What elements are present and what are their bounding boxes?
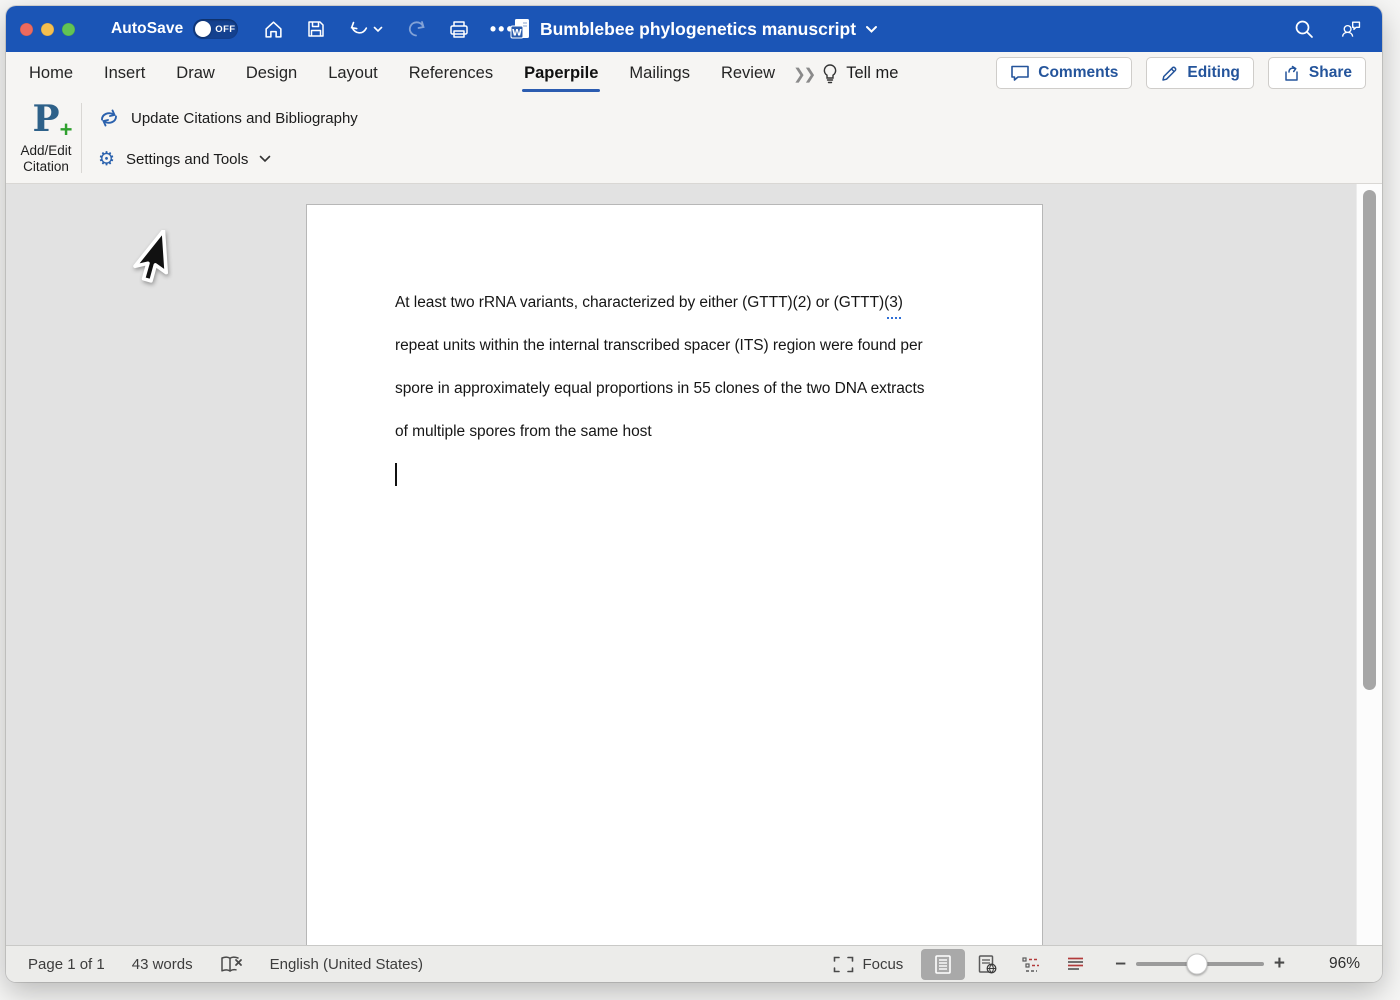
view-print-layout-button[interactable] xyxy=(921,949,965,980)
vertical-scrollbar[interactable] xyxy=(1356,184,1382,945)
share-label: Share xyxy=(1309,64,1352,82)
tab-mailings[interactable]: Mailings xyxy=(617,52,702,95)
settings-tools-label: Settings and Tools xyxy=(126,151,248,168)
undo-icon[interactable] xyxy=(348,18,370,40)
editing-label: Editing xyxy=(1187,64,1240,82)
settings-tools-button[interactable]: ⚙ Settings and Tools xyxy=(98,146,271,172)
zoom-level[interactable]: 96% xyxy=(1305,955,1360,973)
outline-view-icon xyxy=(1021,955,1042,974)
settings-chevron-down-icon xyxy=(259,155,271,163)
document-page[interactable]: At least two rRNA variants, characterize… xyxy=(306,204,1043,945)
tell-me[interactable]: Tell me xyxy=(822,63,898,85)
scrollbar-thumb[interactable] xyxy=(1363,190,1376,690)
tab-layout[interactable]: Layout xyxy=(316,52,390,95)
autosave-state: OFF xyxy=(215,24,235,35)
proofing-status-icon[interactable] xyxy=(220,955,243,974)
ribbon-divider xyxy=(81,103,82,173)
word-window: AutoSave OFF xyxy=(6,6,1382,982)
print-icon[interactable] xyxy=(448,18,470,40)
undo-dropdown-chevron-icon[interactable] xyxy=(372,18,384,40)
tab-draw[interactable]: Draw xyxy=(164,52,227,95)
document-line: At least two rRNA variants, characterize… xyxy=(395,289,1002,332)
print-layout-icon xyxy=(933,954,953,975)
toggle-knob-icon xyxy=(195,21,211,37)
focus-frame-icon xyxy=(833,956,854,973)
document-title-group[interactable]: W Bumblebee phylogenetics manuscript xyxy=(510,6,878,52)
traffic-lights xyxy=(20,23,75,36)
autosave-toggle[interactable]: OFF xyxy=(193,19,238,39)
tab-home[interactable]: Home xyxy=(17,52,85,95)
word-doc-icon: W xyxy=(510,18,531,40)
document-canvas: At least two rRNA variants, characterize… xyxy=(6,184,1382,945)
zoom-in-button[interactable]: + xyxy=(1268,953,1291,975)
add-edit-citation-label: Add/Edit Citation xyxy=(12,143,80,175)
lightbulb-icon xyxy=(822,63,838,85)
mouse-cursor xyxy=(126,230,178,292)
svg-text:W: W xyxy=(512,29,522,39)
tab-design[interactable]: Design xyxy=(234,52,309,95)
save-icon[interactable] xyxy=(305,18,327,40)
search-icon[interactable] xyxy=(1293,18,1315,40)
contacts-share-icon[interactable] xyxy=(1340,18,1362,40)
draft-view-icon xyxy=(1065,956,1086,973)
zoom-slider[interactable] xyxy=(1136,962,1264,966)
comments-label: Comments xyxy=(1038,64,1118,82)
paperpile-logo-icon: P+ xyxy=(32,99,59,141)
paperpile-ribbon: P+ Add/Edit Citation Update Citations an… xyxy=(6,95,1382,184)
add-edit-citation-button[interactable]: P+ Add/Edit Citation xyxy=(12,99,80,175)
focus-label: Focus xyxy=(862,956,903,973)
share-icon xyxy=(1282,64,1301,83)
gear-icon: ⚙ xyxy=(98,150,115,169)
text-caret xyxy=(395,463,397,486)
tab-insert[interactable]: Insert xyxy=(92,52,157,95)
page-info[interactable]: Page 1 of 1 xyxy=(28,956,105,973)
view-outline-button[interactable] xyxy=(1009,949,1053,980)
document-text: At least two rRNA variants, characterize… xyxy=(395,289,1002,461)
focus-button[interactable]: Focus xyxy=(833,956,903,973)
update-citations-label: Update Citations and Bibliography xyxy=(131,110,358,127)
close-button[interactable] xyxy=(20,23,33,36)
redo-icon[interactable] xyxy=(405,18,427,40)
view-draft-button[interactable] xyxy=(1053,949,1097,980)
language-status[interactable]: English (United States) xyxy=(270,956,423,973)
tab-references[interactable]: References xyxy=(397,52,505,95)
document-line: repeat units within the internal transcr… xyxy=(395,332,1002,375)
citation-anchor-mark xyxy=(887,315,901,319)
document-line: of multiple spores from the same host xyxy=(395,418,1002,461)
home-icon[interactable] xyxy=(262,18,284,40)
status-bar: Page 1 of 1 43 words English (United Sta… xyxy=(6,945,1382,982)
document-title: Bumblebee phylogenetics manuscript xyxy=(540,19,856,40)
web-layout-icon xyxy=(977,954,998,975)
share-button[interactable]: Share xyxy=(1268,57,1366,89)
zoom-out-button[interactable]: – xyxy=(1109,953,1132,975)
word-count[interactable]: 43 words xyxy=(132,956,193,973)
refresh-icon xyxy=(98,108,120,128)
pencil-icon xyxy=(1160,64,1179,83)
comments-button[interactable]: Comments xyxy=(996,57,1132,89)
tab-paperpile[interactable]: Paperpile xyxy=(512,52,610,95)
title-chevron-down-icon xyxy=(865,25,878,34)
zoom-slider-thumb[interactable] xyxy=(1187,954,1208,975)
tell-me-label: Tell me xyxy=(846,64,898,83)
title-bar: AutoSave OFF xyxy=(6,6,1382,52)
minimize-button[interactable] xyxy=(41,23,54,36)
update-citations-button[interactable]: Update Citations and Bibliography xyxy=(98,105,358,131)
editing-button[interactable]: Editing xyxy=(1146,57,1254,89)
comment-bubble-icon xyxy=(1010,64,1030,82)
tab-review[interactable]: Review xyxy=(709,52,787,95)
autosave-label: AutoSave xyxy=(111,20,183,38)
zoom-window-button[interactable] xyxy=(62,23,75,36)
ribbon-tabs-row: Home Insert Draw Design Layout Reference… xyxy=(6,52,1382,95)
view-web-layout-button[interactable] xyxy=(965,949,1009,980)
tab-overflow-icon[interactable]: ❯❯ xyxy=(793,65,814,83)
document-line: spore in approximately equal proportions… xyxy=(395,375,1002,418)
